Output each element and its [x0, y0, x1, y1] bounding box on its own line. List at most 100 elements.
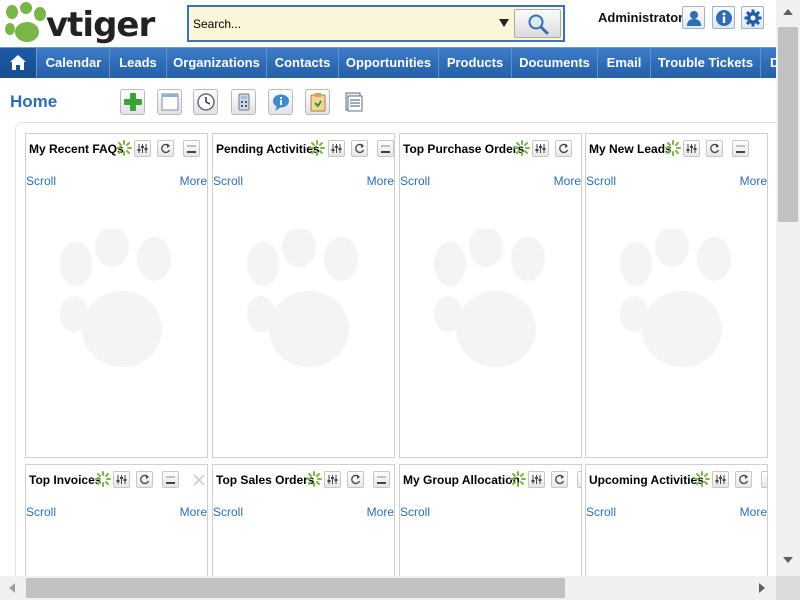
notes-icon — [345, 92, 363, 112]
nav-item-truncated[interactable]: D — [761, 48, 776, 78]
widget-refresh-button[interactable] — [351, 140, 368, 157]
info-button[interactable] — [712, 6, 735, 29]
widget-minimize-button[interactable] — [373, 471, 390, 488]
scroll-right-arrow-icon[interactable] — [759, 583, 765, 593]
widget-refresh-button[interactable] — [555, 140, 572, 157]
widget-more-link[interactable]: More — [180, 174, 207, 188]
settings-gear-icon — [744, 9, 762, 27]
dashboard-area: My Recent FAQs Scroll More Pending Activ… — [15, 122, 776, 584]
logo-text: vtiger — [46, 5, 155, 45]
widget-settings-button[interactable] — [328, 140, 345, 157]
widget-minimize-button[interactable] — [183, 140, 200, 157]
widget-upcoming-activities: Upcoming Activities Scroll More — [585, 464, 768, 584]
widget-scroll-link[interactable]: Scroll — [213, 505, 243, 519]
close-icon[interactable] — [193, 474, 205, 486]
widget-my-recent-faqs: My Recent FAQs Scroll More — [25, 133, 208, 458]
widget-more-link[interactable]: More — [367, 174, 394, 188]
widget-my-group-allocation: My Group Allocation Scroll — [399, 464, 582, 584]
widget-settings-button[interactable] — [528, 471, 545, 488]
home-icon — [10, 55, 26, 70]
widget-refresh-button[interactable] — [706, 140, 723, 157]
calculator-icon — [238, 93, 250, 111]
widget-more-link[interactable]: More — [367, 505, 394, 519]
widget-scroll-link[interactable]: Scroll — [400, 505, 430, 519]
refresh-icon — [161, 143, 171, 154]
sliders-icon — [531, 475, 542, 484]
nav-item-products[interactable]: Products — [439, 48, 512, 78]
widget-scroll-link[interactable]: Scroll — [586, 505, 616, 519]
search-button[interactable] — [514, 9, 561, 38]
notes-button[interactable] — [341, 89, 366, 115]
refresh-icon — [355, 143, 365, 154]
loading-spinner-icon — [306, 471, 322, 487]
user-profile-button[interactable] — [682, 6, 705, 29]
nav-home-button[interactable] — [0, 48, 37, 78]
vtiger-logo[interactable]: vtiger — [2, 2, 167, 46]
nav-item-leads[interactable]: Leads — [110, 48, 167, 78]
minimize-icon — [166, 476, 175, 484]
widget-more-link[interactable]: More — [180, 505, 207, 519]
settings-button[interactable] — [741, 6, 764, 29]
add-widget-button[interactable] — [120, 89, 145, 115]
nav-item-calendar[interactable]: Calendar — [38, 48, 110, 78]
search-input[interactable] — [192, 10, 502, 37]
widget-refresh-button[interactable] — [136, 471, 153, 488]
widget-refresh-button[interactable] — [347, 471, 364, 488]
layout-button[interactable] — [157, 89, 182, 115]
minimize-icon — [187, 145, 196, 153]
widget-settings-button[interactable] — [134, 140, 151, 157]
widget-more-link[interactable]: More — [740, 505, 767, 519]
nav-item-opportunities[interactable]: Opportunities — [339, 48, 439, 78]
refresh-icon — [140, 474, 150, 485]
user-name-label[interactable]: Administrator — [598, 10, 683, 25]
search-dropdown-arrow-icon[interactable] — [499, 19, 509, 27]
widget-minimize-button[interactable] — [162, 471, 179, 488]
widget-scroll-link[interactable]: Scroll — [400, 174, 430, 188]
widget-minimize-button[interactable] — [732, 140, 749, 157]
vertical-scroll-thumb[interactable] — [778, 27, 798, 222]
widget-minimize-button[interactable] — [577, 471, 581, 488]
paw-logo-icon — [5, 2, 46, 42]
scroll-down-arrow-icon[interactable] — [783, 557, 793, 563]
widget-refresh-button[interactable] — [551, 471, 568, 488]
loading-spinner-icon — [694, 471, 710, 487]
widget-scroll-link[interactable]: Scroll — [26, 505, 56, 519]
widget-scroll-link[interactable]: Scroll — [586, 174, 616, 188]
scroll-left-arrow-icon[interactable] — [9, 583, 15, 593]
widget-refresh-button[interactable] — [157, 140, 174, 157]
sliders-icon — [137, 144, 148, 153]
widget-refresh-button[interactable] — [735, 471, 752, 488]
loading-spinner-icon — [116, 140, 132, 156]
nav-item-documents[interactable]: Documents — [512, 48, 598, 78]
scroll-up-arrow-icon[interactable] — [783, 9, 793, 15]
page-title: Home — [10, 92, 58, 111]
nav-item-trouble-tickets[interactable]: Trouble Tickets — [651, 48, 761, 78]
refresh-icon — [555, 474, 565, 485]
clipboard-button[interactable] — [305, 89, 330, 115]
minimize-icon — [377, 476, 386, 484]
calculator-button[interactable] — [231, 89, 256, 115]
widget-scroll-link[interactable]: Scroll — [26, 174, 56, 188]
widget-minimize-button[interactable] — [377, 140, 394, 157]
widget-top-sales-orders: Top Sales Orders Scroll More — [212, 464, 395, 584]
widget-settings-button[interactable] — [113, 471, 130, 488]
chat-button[interactable] — [268, 89, 293, 115]
widget-settings-button[interactable] — [683, 140, 700, 157]
nav-item-email[interactable]: Email — [598, 48, 651, 78]
horizontal-scrollbar[interactable] — [0, 576, 776, 600]
paw-watermark-icon — [60, 229, 171, 367]
nav-item-organizations[interactable]: Organizations — [167, 48, 267, 78]
vertical-scrollbar[interactable] — [776, 0, 800, 576]
widget-settings-button[interactable] — [324, 471, 341, 488]
loading-spinner-icon — [510, 471, 526, 487]
widget-minimize-button[interactable] — [761, 471, 767, 488]
widget-more-link[interactable]: More — [740, 174, 767, 188]
widget-settings-button[interactable] — [532, 140, 549, 157]
nav-item-contacts[interactable]: Contacts — [267, 48, 339, 78]
widget-more-link[interactable]: More — [554, 174, 581, 188]
recent-activity-button[interactable] — [193, 89, 218, 115]
widget-scroll-link[interactable]: Scroll — [213, 174, 243, 188]
widget-settings-button[interactable] — [712, 471, 729, 488]
sliders-icon — [327, 475, 338, 484]
horizontal-scroll-thumb[interactable] — [26, 578, 565, 598]
